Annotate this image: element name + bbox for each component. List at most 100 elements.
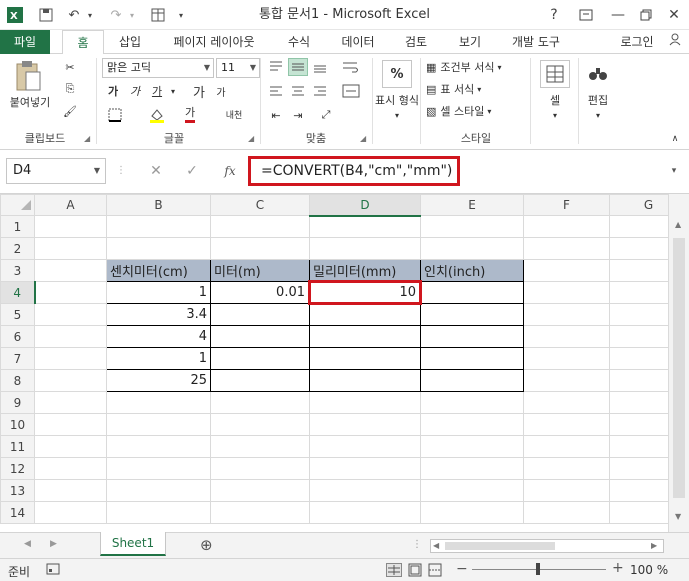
cell[interactable] (523, 435, 610, 458)
cell-e5[interactable] (420, 303, 524, 326)
cell[interactable] (309, 435, 421, 458)
underline-button[interactable]: 가 (148, 82, 166, 100)
macro-record-icon[interactable] (46, 563, 60, 578)
cells-icon[interactable] (540, 60, 570, 88)
cell-b7[interactable]: 1 (106, 347, 211, 370)
cell-e7[interactable] (420, 347, 524, 370)
next-sheet-icon[interactable]: ▶ (50, 539, 57, 549)
cell[interactable] (34, 457, 107, 480)
row-header[interactable]: 6 (0, 325, 35, 348)
normal-view-icon[interactable] (386, 563, 402, 577)
chevron-down-icon[interactable]: ▾ (390, 108, 404, 122)
customize-quick-access-icon[interactable]: ▾ (174, 5, 188, 25)
cell[interactable] (309, 501, 421, 524)
cell[interactable] (309, 237, 421, 260)
align-top-icon[interactable] (266, 58, 286, 76)
cell[interactable] (523, 391, 610, 414)
tab-file[interactable]: 파일 (0, 30, 50, 54)
shrink-font-button[interactable]: 가 (212, 82, 230, 100)
cell[interactable] (106, 501, 211, 524)
fill-color-icon[interactable] (146, 106, 168, 124)
cell-styles-button[interactable]: ▧ 셀 스타일 ▾ (426, 102, 526, 120)
editing-button[interactable]: 편집 (582, 92, 614, 108)
cell[interactable] (420, 457, 524, 480)
format-painter-icon[interactable]: 🖌 (60, 102, 80, 120)
align-left-icon[interactable] (266, 82, 286, 100)
paste-icon[interactable] (8, 58, 48, 94)
text-orientation-icon[interactable]: ⤢ (312, 106, 340, 124)
cell-b8[interactable]: 25 (106, 369, 211, 392)
cell-c3[interactable]: 미터(m) (210, 259, 310, 282)
cell-c7[interactable] (210, 347, 310, 370)
page-break-view-icon[interactable] (428, 563, 442, 580)
tab-formulas[interactable]: 수식 (274, 30, 324, 54)
tab-page-layout[interactable]: 페이지 레이아웃 (160, 30, 268, 54)
cell[interactable] (523, 347, 610, 370)
expand-formula-bar-icon[interactable]: ▾ (664, 160, 684, 182)
cell-b4[interactable]: 1 (106, 281, 211, 304)
cell[interactable] (420, 413, 524, 436)
tab-view[interactable]: 보기 (446, 30, 494, 54)
cell[interactable] (523, 457, 610, 480)
row-header[interactable]: 14 (0, 501, 35, 524)
scroll-right-icon[interactable]: ▶ (651, 541, 657, 550)
cell[interactable] (420, 391, 524, 414)
cell[interactable] (34, 281, 107, 304)
cell[interactable] (210, 237, 310, 260)
redo-icon[interactable]: ↷ (106, 5, 126, 25)
number-format-button[interactable]: % (382, 60, 412, 88)
cell-b3[interactable]: 센치미터(cm) (106, 259, 211, 282)
vertical-scroll-thumb[interactable] (673, 238, 685, 498)
cell[interactable] (106, 457, 211, 480)
cell[interactable] (34, 435, 107, 458)
row-header[interactable]: 1 (0, 215, 35, 238)
cell-e4[interactable] (420, 281, 524, 304)
cell-c8[interactable] (210, 369, 310, 392)
cell[interactable] (210, 501, 310, 524)
cell-b6[interactable]: 4 (106, 325, 211, 348)
cell[interactable] (210, 413, 310, 436)
column-header-d[interactable]: D (309, 194, 421, 217)
cell[interactable] (210, 391, 310, 414)
cell-d4-active[interactable]: 10 (308, 280, 422, 305)
cell[interactable] (523, 369, 610, 392)
cell[interactable] (34, 237, 107, 260)
restore-icon[interactable] (632, 4, 660, 26)
row-header[interactable]: 5 (0, 303, 35, 326)
cell[interactable] (523, 413, 610, 436)
cell[interactable] (34, 501, 107, 524)
row-header[interactable]: 2 (0, 237, 35, 260)
cell[interactable] (34, 369, 107, 392)
clipboard-launcher-icon[interactable]: ◢ (84, 134, 90, 143)
font-name-select[interactable]: 맑은 고딕 ▼ (102, 58, 214, 78)
cell[interactable] (523, 215, 610, 238)
format-as-table-button[interactable]: ▤ 표 서식 ▾ (426, 80, 526, 98)
cell[interactable] (106, 391, 211, 414)
redo-dropdown-icon[interactable]: ▾ (126, 5, 138, 25)
align-middle-icon[interactable] (288, 58, 308, 76)
cell[interactable] (34, 215, 107, 238)
close-icon[interactable]: ✕ (660, 4, 688, 26)
cell[interactable] (309, 215, 421, 238)
cell-c5[interactable] (210, 303, 310, 326)
name-box[interactable]: D4 ▼ (6, 158, 106, 184)
cell[interactable] (210, 435, 310, 458)
tab-review[interactable]: 검토 (392, 30, 440, 54)
cell[interactable] (523, 281, 610, 304)
cell[interactable] (420, 501, 524, 524)
signin-link[interactable]: 로그인 (612, 30, 662, 54)
row-header[interactable]: 9 (0, 391, 35, 414)
row-header[interactable]: 7 (0, 347, 35, 370)
cell[interactable] (106, 237, 211, 260)
cell[interactable] (309, 391, 421, 414)
cell-e6[interactable] (420, 325, 524, 348)
zoom-slider-thumb[interactable] (536, 563, 540, 575)
formula-input[interactable]: =CONVERT(B4,"cm","mm") (248, 156, 460, 186)
font-size-select[interactable]: 11 ▼ (216, 58, 260, 78)
italic-button[interactable]: 가 (126, 82, 144, 100)
alignment-launcher-icon[interactable]: ◢ (360, 134, 366, 143)
cell[interactable] (523, 237, 610, 260)
cell-e8[interactable] (420, 369, 524, 392)
column-header-f[interactable]: F (523, 194, 610, 216)
cell[interactable] (420, 237, 524, 260)
